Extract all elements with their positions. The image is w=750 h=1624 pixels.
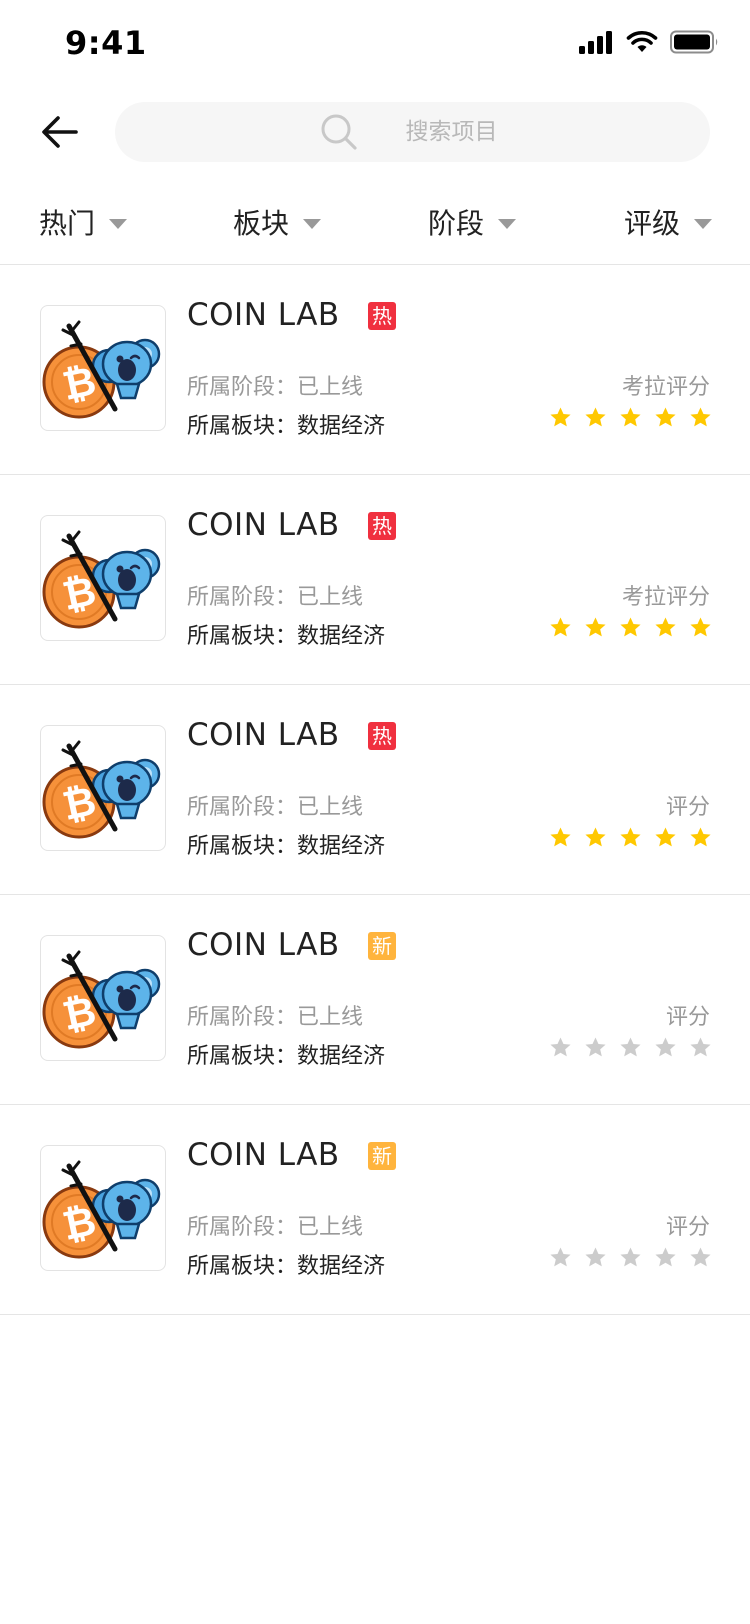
project-row[interactable]: ₿ COIN LAB 新 所属阶段：已上线 所属板块：数据经济 评分 (0, 1105, 750, 1315)
project-sector: 所属板块：数据经济 (187, 624, 386, 649)
new-tag: 新 (368, 932, 396, 960)
star-empty-icon (585, 1247, 606, 1267)
caret-down-icon (109, 218, 128, 229)
wifi-icon (626, 30, 658, 52)
project-row[interactable]: ₿ COIN LAB 热 所属阶段：已上线 所属板块：数据经济 评分 (0, 685, 750, 895)
star-empty-icon (585, 1037, 606, 1057)
project-sector: 所属板块：数据经济 (187, 414, 386, 439)
filter-sector[interactable]: 板块 (233, 202, 322, 242)
project-row[interactable]: ₿ COIN LAB 热 所属阶段：已上线 所属板块：数据经济 考拉评分 (0, 475, 750, 685)
star-filled-icon (550, 827, 571, 847)
star-rating (549, 826, 712, 849)
star-filled-icon (585, 407, 606, 427)
status-time: 9:41 (65, 24, 147, 62)
project-title: COIN LAB (187, 927, 340, 963)
star-rating (549, 616, 712, 639)
star-empty-icon (550, 1247, 571, 1267)
star-empty-icon (655, 1247, 676, 1267)
project-row[interactable]: ₿ COIN LAB 热 所属阶段：已上线 所属板块：数据经济 考拉评分 (0, 265, 750, 475)
star-filled-icon (620, 617, 641, 637)
project-logo: ₿ (40, 305, 166, 431)
filter-bar: 热门 板块 阶段 评级 (0, 190, 750, 265)
star-filled-icon (620, 407, 641, 427)
koala-bitcoin-logo-icon: ₿ (42, 950, 161, 1049)
star-filled-icon (690, 407, 711, 427)
rating-label: 评分 (665, 1215, 710, 1240)
koala-bitcoin-logo-icon: ₿ (42, 1160, 161, 1259)
search-icon (321, 114, 357, 150)
filter-label: 评级 (624, 207, 681, 240)
star-rating (549, 1036, 712, 1059)
search-input[interactable] (405, 119, 506, 145)
star-empty-icon (550, 1037, 571, 1057)
filter-stage[interactable]: 阶段 (428, 202, 517, 242)
star-filled-icon (550, 407, 571, 427)
star-rating (549, 1246, 712, 1269)
filter-label: 板块 (233, 207, 290, 240)
search-box[interactable] (115, 102, 710, 162)
hot-tag: 热 (368, 512, 396, 540)
star-empty-icon (620, 1037, 641, 1057)
star-filled-icon (550, 617, 571, 637)
status-icons (578, 30, 720, 54)
project-sector: 所属板块：数据经济 (187, 1254, 386, 1279)
back-button[interactable] (30, 102, 90, 162)
star-filled-icon (585, 827, 606, 847)
project-logo: ₿ (40, 1145, 166, 1271)
project-stage: 所属阶段：已上线 (187, 585, 364, 610)
star-filled-icon (655, 407, 676, 427)
star-filled-icon (655, 827, 676, 847)
star-filled-icon (690, 827, 711, 847)
koala-bitcoin-logo-icon: ₿ (42, 740, 161, 839)
hot-tag: 热 (368, 302, 396, 330)
caret-down-icon (303, 218, 322, 229)
rating-label: 考拉评分 (621, 585, 710, 610)
project-list: ₿ COIN LAB 热 所属阶段：已上线 所属板块：数据经济 考拉评分 ₿ C… (0, 265, 750, 1315)
project-title: COIN LAB (187, 507, 340, 543)
koala-bitcoin-logo-icon: ₿ (42, 320, 161, 419)
star-rating (549, 406, 712, 429)
caret-down-icon (498, 218, 517, 229)
rating-label: 评分 (665, 795, 710, 820)
star-filled-icon (655, 617, 676, 637)
star-filled-icon (690, 617, 711, 637)
project-stage: 所属阶段：已上线 (187, 1215, 364, 1240)
star-filled-icon (585, 617, 606, 637)
koala-bitcoin-logo-icon: ₿ (42, 530, 161, 629)
project-title: COIN LAB (187, 297, 340, 333)
star-filled-icon (620, 827, 641, 847)
project-row[interactable]: ₿ COIN LAB 新 所属阶段：已上线 所属板块：数据经济 评分 (0, 895, 750, 1105)
project-sector: 所属板块：数据经济 (187, 1044, 386, 1069)
project-logo: ₿ (40, 935, 166, 1061)
project-logo: ₿ (40, 515, 166, 641)
project-sector: 所属板块：数据经济 (187, 834, 386, 859)
filter-label: 热门 (39, 207, 96, 240)
project-stage: 所属阶段：已上线 (187, 795, 364, 820)
new-tag: 新 (368, 1142, 396, 1170)
star-empty-icon (690, 1247, 711, 1267)
filter-rating[interactable]: 评级 (624, 202, 713, 242)
star-empty-icon (690, 1037, 711, 1057)
rating-label: 评分 (665, 1005, 710, 1030)
status-bar: 9:41 (0, 0, 750, 92)
rating-label: 考拉评分 (621, 375, 710, 400)
caret-down-icon (694, 218, 713, 229)
star-empty-icon (655, 1037, 676, 1057)
hot-tag: 热 (368, 722, 396, 750)
project-stage: 所属阶段：已上线 (187, 1005, 364, 1030)
project-title: COIN LAB (187, 717, 340, 753)
project-title: COIN LAB (187, 1137, 340, 1173)
filter-label: 阶段 (428, 207, 485, 240)
filter-hot[interactable]: 热门 (39, 202, 128, 242)
project-stage: 所属阶段：已上线 (187, 375, 364, 400)
project-logo: ₿ (40, 725, 166, 851)
star-empty-icon (620, 1247, 641, 1267)
signal-icon (579, 31, 612, 54)
battery-icon (670, 30, 718, 54)
back-arrow-icon (42, 116, 78, 148)
header (0, 98, 750, 166)
